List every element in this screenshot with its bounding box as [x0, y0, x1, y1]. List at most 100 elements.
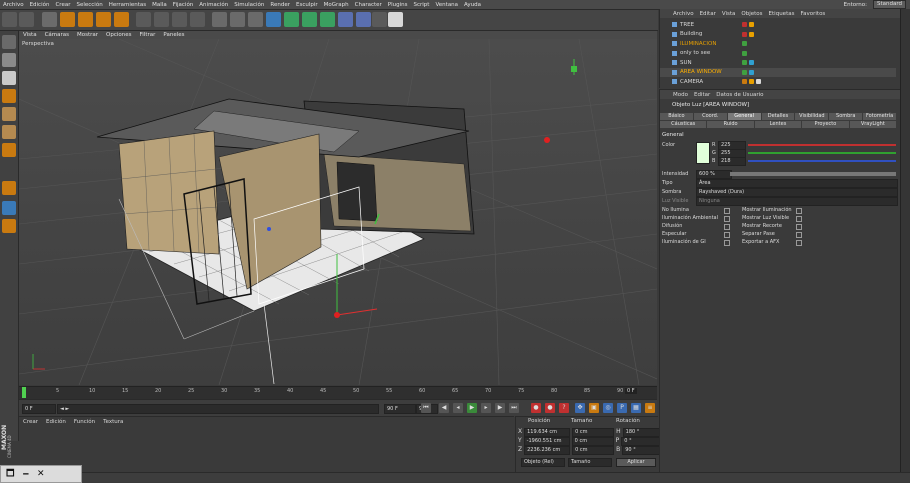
- object-row[interactable]: only to see: [660, 49, 896, 58]
- tag-icon[interactable]: [742, 60, 747, 65]
- tab-detalles[interactable]: Detalles: [761, 113, 795, 120]
- shadow-select[interactable]: Rayshaved (Dura): [696, 188, 898, 197]
- object-row[interactable]: ILUMINACION: [660, 39, 896, 48]
- object-menu-4[interactable]: Etiquetas: [766, 11, 798, 17]
- apply-button[interactable]: Aplicar: [616, 458, 656, 467]
- menu-herramientas[interactable]: Herramientas: [106, 2, 149, 8]
- object-menu-2[interactable]: Vista: [719, 11, 739, 17]
- checkbox-icon[interactable]: [796, 240, 802, 246]
- viewport-menu-1[interactable]: Cámaras: [41, 32, 73, 38]
- undo-icon[interactable]: [2, 12, 17, 27]
- size-field[interactable]: 0 cm: [572, 428, 615, 437]
- tab-proyecto[interactable]: Proyecto: [802, 121, 849, 128]
- timeline-ruler[interactable]: 051015202530354045505560657075808590 0 F: [19, 386, 657, 399]
- snap-icon[interactable]: [2, 201, 16, 215]
- go-to-end-icon[interactable]: ⏭: [509, 403, 519, 413]
- redo-icon[interactable]: [19, 12, 34, 27]
- type-select[interactable]: Área: [696, 179, 898, 188]
- tag-icon[interactable]: [756, 79, 761, 84]
- rgb-slider[interactable]: [748, 152, 896, 154]
- spline-icon[interactable]: [284, 12, 299, 27]
- checkbox-right[interactable]: Mostrar Recorte: [742, 223, 782, 229]
- move-icon[interactable]: [60, 12, 75, 27]
- menu-plugins[interactable]: Plugins: [385, 2, 411, 8]
- close-icon[interactable]: ✕: [37, 469, 45, 479]
- size-mode-select[interactable]: Tamaño: [568, 458, 612, 467]
- x-axis-icon[interactable]: [136, 12, 151, 27]
- menu-render[interactable]: Render: [267, 2, 293, 8]
- timeline-options-icon[interactable]: ≡: [645, 403, 655, 413]
- render-picture-viewer-icon[interactable]: [230, 12, 245, 27]
- y-axis-icon[interactable]: [154, 12, 169, 27]
- deformer-icon[interactable]: [338, 12, 353, 27]
- key-pla-icon[interactable]: ▦: [631, 403, 641, 413]
- coordinate-system-icon[interactable]: [190, 12, 205, 27]
- model-mode-icon[interactable]: [2, 53, 16, 67]
- preview-range-slider[interactable]: ◄ ►: [57, 404, 379, 414]
- menu-animación[interactable]: Animación: [196, 2, 231, 8]
- right-side-tabs[interactable]: [900, 9, 910, 481]
- visible-light-select[interactable]: Ninguna: [696, 197, 898, 206]
- menu-esculpir[interactable]: Esculpir: [293, 2, 321, 8]
- object-row[interactable]: CAMERA: [660, 77, 896, 86]
- viewport-menu-2[interactable]: Mostrar: [73, 32, 102, 38]
- layout-select[interactable]: Standard: [872, 0, 906, 9]
- tag-icon[interactable]: [742, 50, 747, 56]
- menu-archivo[interactable]: Archivo: [0, 2, 27, 8]
- play-icon[interactable]: ▶: [467, 403, 477, 413]
- menu-selección[interactable]: Selección: [73, 2, 105, 8]
- checkbox-icon[interactable]: [724, 216, 730, 222]
- make-editable-icon[interactable]: [2, 35, 16, 49]
- rgb-slider[interactable]: [748, 160, 896, 162]
- scene-icon[interactable]: [356, 12, 371, 27]
- tag-icon[interactable]: [742, 31, 747, 37]
- go-to-start-icon[interactable]: ⏮: [421, 403, 431, 413]
- key-parameter-icon[interactable]: P: [617, 403, 627, 413]
- nurbs-icon[interactable]: [302, 12, 317, 27]
- position-field[interactable]: 119.634 cm: [524, 428, 571, 437]
- axis-mode-icon[interactable]: [2, 181, 16, 195]
- points-mode-icon[interactable]: [2, 107, 16, 121]
- restore-icon[interactable]: 🗖: [6, 466, 15, 482]
- intensity-field[interactable]: 600 %: [696, 170, 732, 179]
- tag-icon[interactable]: [742, 69, 747, 75]
- intensity-slider[interactable]: [730, 172, 896, 176]
- edges-mode-icon[interactable]: [2, 125, 16, 139]
- material-menu-3[interactable]: Textura: [99, 419, 127, 425]
- material-menu-1[interactable]: Edición: [42, 419, 70, 425]
- material-menu-2[interactable]: Función: [70, 419, 99, 425]
- material-menu-0[interactable]: Crear: [19, 419, 42, 425]
- viewport-menu-4[interactable]: Filtrar: [136, 32, 160, 38]
- menu-malla[interactable]: Malla: [149, 2, 170, 8]
- end-frame-field[interactable]: 90 F: [384, 404, 416, 414]
- checkbox-right[interactable]: Mostrar Luz Visible: [742, 215, 789, 221]
- menu-character[interactable]: Character: [352, 2, 385, 8]
- lock-workplane-icon[interactable]: [2, 219, 16, 233]
- viewport-menu-3[interactable]: Opciones: [102, 32, 135, 38]
- color-swatch[interactable]: [696, 142, 710, 164]
- object-row[interactable]: TREE: [660, 20, 896, 29]
- tab-fotometría[interactable]: Fotometría: [863, 113, 897, 120]
- checkbox-left[interactable]: Difusión: [662, 223, 682, 229]
- menu-ayuda[interactable]: Ayuda: [461, 2, 484, 8]
- object-menu-3[interactable]: Objetos: [738, 11, 765, 17]
- checkbox-left[interactable]: No Ilumina: [662, 207, 689, 213]
- light-target-point[interactable]: [544, 137, 550, 143]
- attribute-menu-1[interactable]: Editar: [691, 92, 713, 98]
- tab-sombra[interactable]: Sombra: [829, 113, 863, 120]
- rgb-value-field[interactable]: 218: [718, 157, 746, 166]
- object-row[interactable]: AREA WINDOW: [660, 67, 896, 77]
- checkbox-left[interactable]: Especular: [662, 231, 686, 237]
- playhead[interactable]: [22, 387, 26, 398]
- checkbox-icon[interactable]: [724, 240, 730, 246]
- scale-icon[interactable]: [78, 12, 93, 27]
- tab-cáusticas[interactable]: Cáusticas: [660, 121, 707, 128]
- tab-ruido[interactable]: Ruido: [707, 121, 754, 128]
- tab-general[interactable]: General: [727, 113, 761, 120]
- menu-fijación[interactable]: Fijación: [170, 2, 197, 8]
- tag-icon[interactable]: [742, 79, 747, 84]
- menu-crear[interactable]: Crear: [52, 2, 73, 8]
- object-row[interactable]: SUN: [660, 58, 896, 67]
- cube-primitive-icon[interactable]: [266, 12, 281, 27]
- key-position-icon[interactable]: ✥: [575, 403, 585, 413]
